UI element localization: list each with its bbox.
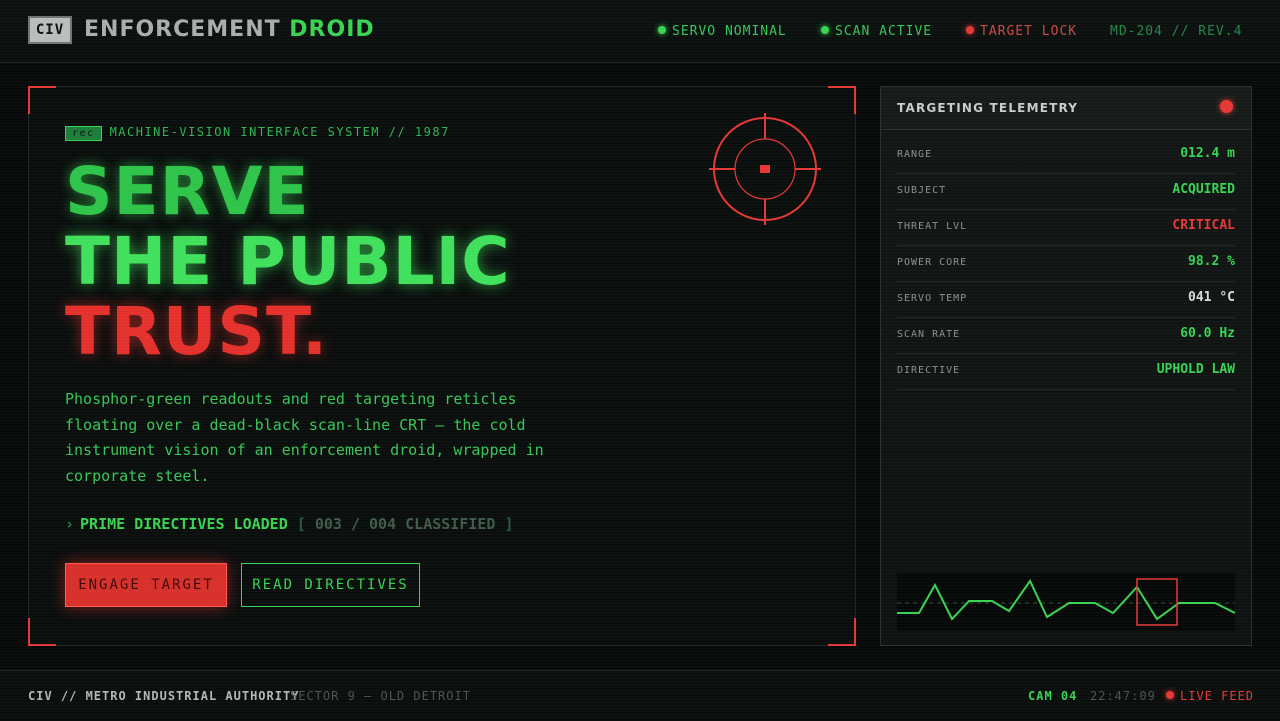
engage-target-button[interactable]: ENGAGE TARGET [65,563,227,607]
directive-status: PRIME DIRECTIVES LOADED [80,515,288,533]
brand-title-main: ENFORCEMENT [84,17,281,42]
live-dot-icon [1166,691,1174,699]
kicker: rec MACHINE-VISION INTERFACE SYSTEM // 19… [65,125,450,141]
status-target-label: TARGET LOCK [980,24,1078,39]
status-dot-icon [821,26,829,34]
headline-line-2: THE PUBLIC [65,223,511,300]
telemetry-value: ACQUIRED [1172,182,1235,197]
telemetry-label: POWER CORE [897,257,968,268]
waveform-graph [897,573,1235,631]
timestamp: 22:47:09 [1090,689,1156,703]
telemetry-label: SERVO TEMP [897,293,968,304]
telemetry-row: SERVO TEMP 041 °C [897,281,1235,318]
hero-panel: rec MACHINE-VISION INTERFACE SYSTEM // 19… [28,86,856,646]
directive-count: 003 / 004 CLASSIFIED [314,515,496,533]
telemetry-label: RANGE [897,149,933,160]
telemetry-label: SCAN RATE [897,329,961,340]
telemetry-value: 012.4 m [1180,146,1235,161]
telemetry-value: 60.0 Hz [1180,326,1235,341]
corner-bracket [828,618,856,646]
status-target: TARGET LOCK [966,24,1077,39]
headline: SERVE THE PUBLIC TRUST. [65,157,511,367]
brand-title: ENFORCEMENT DROID [84,17,375,45]
status-dot-icon [658,26,666,34]
headline-line-3: TRUST. [65,293,329,370]
status-dot-icon [966,26,974,34]
status-scan-label: SCAN ACTIVE [835,24,933,39]
top-bar: CIV ENFORCEMENT DROID SERVO NOMINAL SCAN… [0,0,1280,63]
footer: CIV // METRO INDUSTRIAL AUTHORITY SECTOR… [0,670,1280,721]
crosshair-reticle-icon [709,113,821,225]
directive-bracket-open: [ [296,515,306,533]
corner-bracket [828,86,856,114]
model-label: MD-204 // REV.4 [1110,24,1243,39]
footer-sector: SECTOR 9 — OLD DETROIT [290,689,471,703]
telemetry-row: SUBJECT ACQUIRED [897,173,1235,210]
status-servo-label: SERVO NOMINAL [672,24,787,39]
brand-title-accent: DROID [289,17,375,42]
directive-status-line: › PRIME DIRECTIVES LOADED [ 003 / 004 CLA… [65,515,514,533]
corner-bracket [28,618,56,646]
camera-label: CAM 04 [1028,689,1078,703]
headline-line-1: SERVE [65,153,310,230]
telemetry-row: RANGE 012.4 m [897,137,1235,174]
telemetry-label: THREAT LVL [897,221,968,232]
live-feed-indicator: LIVE FEED [1166,689,1254,703]
corner-bracket [28,86,56,114]
telemetry-panel: TARGETING TELEMETRY RANGE 012.4 m SUBJEC… [880,86,1252,646]
telemetry-label: SUBJECT [897,185,947,196]
telemetry-title: TARGETING TELEMETRY [897,101,1079,115]
telemetry-value: 041 °C [1188,290,1235,305]
telemetry-value: UPHOLD LAW [1156,362,1235,377]
rec-tag: rec [65,126,102,141]
status-scan: SCAN ACTIVE [821,24,932,39]
status-servo: SERVO NOMINAL [658,24,787,39]
telemetry-label: DIRECTIVE [897,365,961,376]
chevron-right-icon: › [65,515,75,533]
telemetry-row: SCAN RATE 60.0 Hz [897,317,1235,354]
telemetry-row: DIRECTIVE UPHOLD LAW [897,353,1235,390]
live-feed-label: LIVE FEED [1180,689,1255,703]
telemetry-value: CRITICAL [1172,218,1235,233]
telemetry-row: POWER CORE 98.2 % [897,245,1235,282]
directive-bracket-close: ] [504,515,514,533]
brand-badge: CIV [28,16,72,44]
record-indicator-icon [1220,100,1233,113]
hero-description: Phosphor-green readouts and red targetin… [65,390,544,485]
kicker-text: MACHINE-VISION INTERFACE SYSTEM // 1987 [109,125,450,139]
telemetry-value: 98.2 % [1188,254,1235,269]
telemetry-row: THREAT LVL CRITICAL [897,209,1235,246]
telemetry-header: TARGETING TELEMETRY [881,87,1251,130]
read-directives-button[interactable]: READ DIRECTIVES [241,563,420,607]
footer-org: CIV // METRO INDUSTRIAL AUTHORITY [28,689,300,703]
